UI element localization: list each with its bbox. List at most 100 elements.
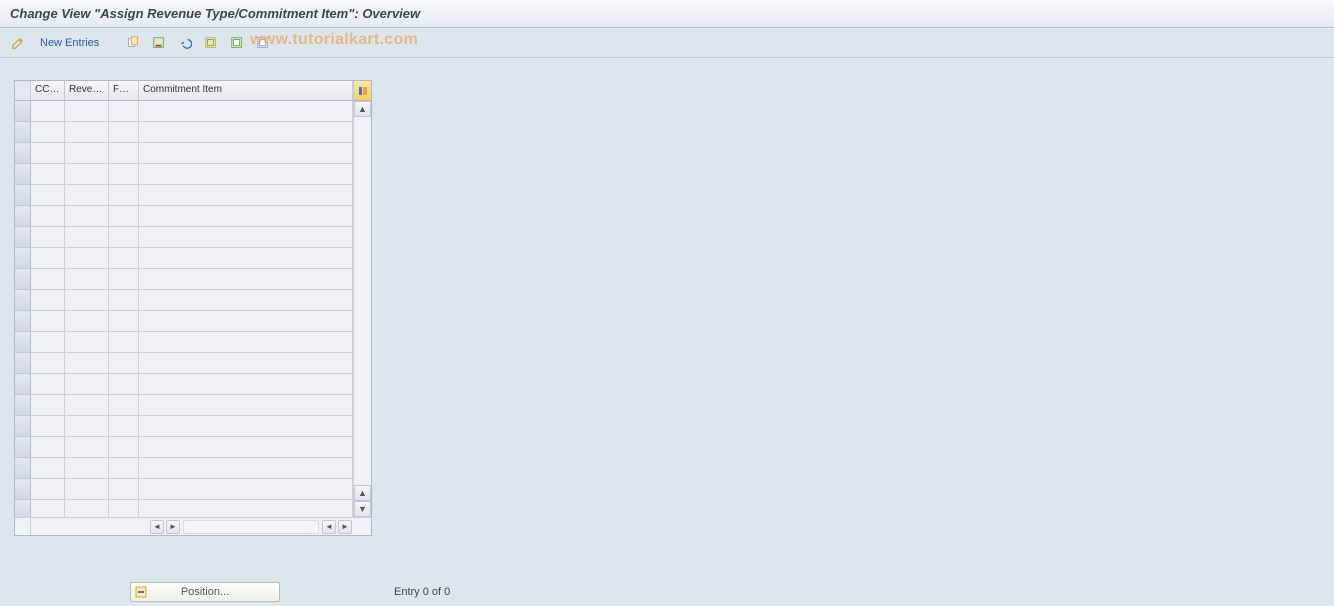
- row-selector[interactable]: [15, 269, 31, 290]
- table-row[interactable]: [15, 206, 353, 227]
- cell[interactable]: [139, 311, 353, 332]
- cell[interactable]: [65, 122, 109, 143]
- cell[interactable]: [31, 227, 65, 248]
- cell[interactable]: [31, 311, 65, 332]
- cell[interactable]: [109, 164, 139, 185]
- cell[interactable]: [109, 353, 139, 374]
- table-row[interactable]: [15, 269, 353, 290]
- table-row[interactable]: [15, 416, 353, 437]
- cell[interactable]: [139, 437, 353, 458]
- column-header-fyid[interactable]: FYID: [109, 81, 139, 100]
- cell[interactable]: [31, 353, 65, 374]
- row-selector[interactable]: [15, 437, 31, 458]
- row-selector[interactable]: [15, 416, 31, 437]
- cell[interactable]: [109, 248, 139, 269]
- scroll-down-icon[interactable]: ▲: [354, 485, 371, 501]
- cell[interactable]: [31, 290, 65, 311]
- cell[interactable]: [31, 101, 65, 122]
- row-selector[interactable]: [15, 458, 31, 479]
- row-selector[interactable]: [15, 479, 31, 500]
- vertical-scrollbar[interactable]: ▲ ▲ ▼: [353, 101, 371, 517]
- cell[interactable]: [109, 101, 139, 122]
- cell[interactable]: [139, 143, 353, 164]
- new-entries-button[interactable]: New Entries: [34, 37, 105, 49]
- cell[interactable]: [31, 500, 65, 517]
- row-selector[interactable]: [15, 311, 31, 332]
- cell[interactable]: [139, 374, 353, 395]
- select-block-icon[interactable]: [227, 33, 247, 53]
- cell[interactable]: [139, 122, 353, 143]
- cell[interactable]: [139, 416, 353, 437]
- cell[interactable]: [65, 500, 109, 517]
- cell[interactable]: [139, 227, 353, 248]
- cell[interactable]: [65, 437, 109, 458]
- cell[interactable]: [65, 374, 109, 395]
- cell[interactable]: [65, 143, 109, 164]
- cell[interactable]: [139, 248, 353, 269]
- row-selector[interactable]: [15, 101, 31, 122]
- cell[interactable]: [31, 248, 65, 269]
- scroll-down2-icon[interactable]: ▼: [354, 501, 371, 517]
- cell[interactable]: [139, 185, 353, 206]
- table-row[interactable]: [15, 248, 353, 269]
- row-selector[interactable]: [15, 185, 31, 206]
- table-row[interactable]: [15, 332, 353, 353]
- cell[interactable]: [109, 374, 139, 395]
- deselect-all-icon[interactable]: [253, 33, 273, 53]
- cell[interactable]: [65, 395, 109, 416]
- cell[interactable]: [139, 290, 353, 311]
- undo-icon[interactable]: [175, 33, 195, 53]
- hscroll-left-icon[interactable]: ◄: [150, 520, 164, 534]
- row-selector[interactable]: [15, 290, 31, 311]
- table-row[interactable]: [15, 227, 353, 248]
- cell[interactable]: [31, 479, 65, 500]
- cell[interactable]: [31, 164, 65, 185]
- cell[interactable]: [65, 479, 109, 500]
- cell[interactable]: [31, 437, 65, 458]
- cell[interactable]: [109, 395, 139, 416]
- copy-icon[interactable]: [123, 33, 143, 53]
- select-all-icon[interactable]: [201, 33, 221, 53]
- cell[interactable]: [65, 101, 109, 122]
- edit-icon[interactable]: [8, 33, 28, 53]
- cell[interactable]: [31, 458, 65, 479]
- row-selector[interactable]: [15, 353, 31, 374]
- cell[interactable]: [109, 479, 139, 500]
- table-row[interactable]: [15, 311, 353, 332]
- cell[interactable]: [109, 437, 139, 458]
- cell[interactable]: [109, 206, 139, 227]
- hscroll-right-icon[interactable]: ►: [166, 520, 180, 534]
- table-row[interactable]: [15, 101, 353, 122]
- cell[interactable]: [65, 227, 109, 248]
- cell[interactable]: [31, 185, 65, 206]
- cell[interactable]: [31, 269, 65, 290]
- cell[interactable]: [109, 269, 139, 290]
- cell[interactable]: [65, 248, 109, 269]
- cell[interactable]: [65, 353, 109, 374]
- cell[interactable]: [31, 143, 65, 164]
- table-row[interactable]: [15, 437, 353, 458]
- table-row[interactable]: [15, 353, 353, 374]
- row-selector[interactable]: [15, 248, 31, 269]
- cell[interactable]: [31, 374, 65, 395]
- cell[interactable]: [109, 290, 139, 311]
- cell[interactable]: [109, 143, 139, 164]
- cell[interactable]: [109, 332, 139, 353]
- scroll-up-icon[interactable]: ▲: [354, 101, 371, 117]
- cell[interactable]: [139, 269, 353, 290]
- cell[interactable]: [139, 332, 353, 353]
- table-row[interactable]: [15, 143, 353, 164]
- row-selector[interactable]: [15, 227, 31, 248]
- table-row[interactable]: [15, 374, 353, 395]
- cell[interactable]: [139, 353, 353, 374]
- table-row[interactable]: [15, 395, 353, 416]
- column-header-revenue[interactable]: Reven....: [65, 81, 109, 100]
- row-selector-header[interactable]: [15, 81, 31, 100]
- cell[interactable]: [31, 332, 65, 353]
- cell[interactable]: [139, 479, 353, 500]
- table-row[interactable]: [15, 500, 353, 517]
- column-header-commitment-item[interactable]: Commitment Item: [139, 81, 353, 100]
- table-row[interactable]: [15, 185, 353, 206]
- row-selector[interactable]: [15, 206, 31, 227]
- hscroll-track[interactable]: [183, 520, 319, 534]
